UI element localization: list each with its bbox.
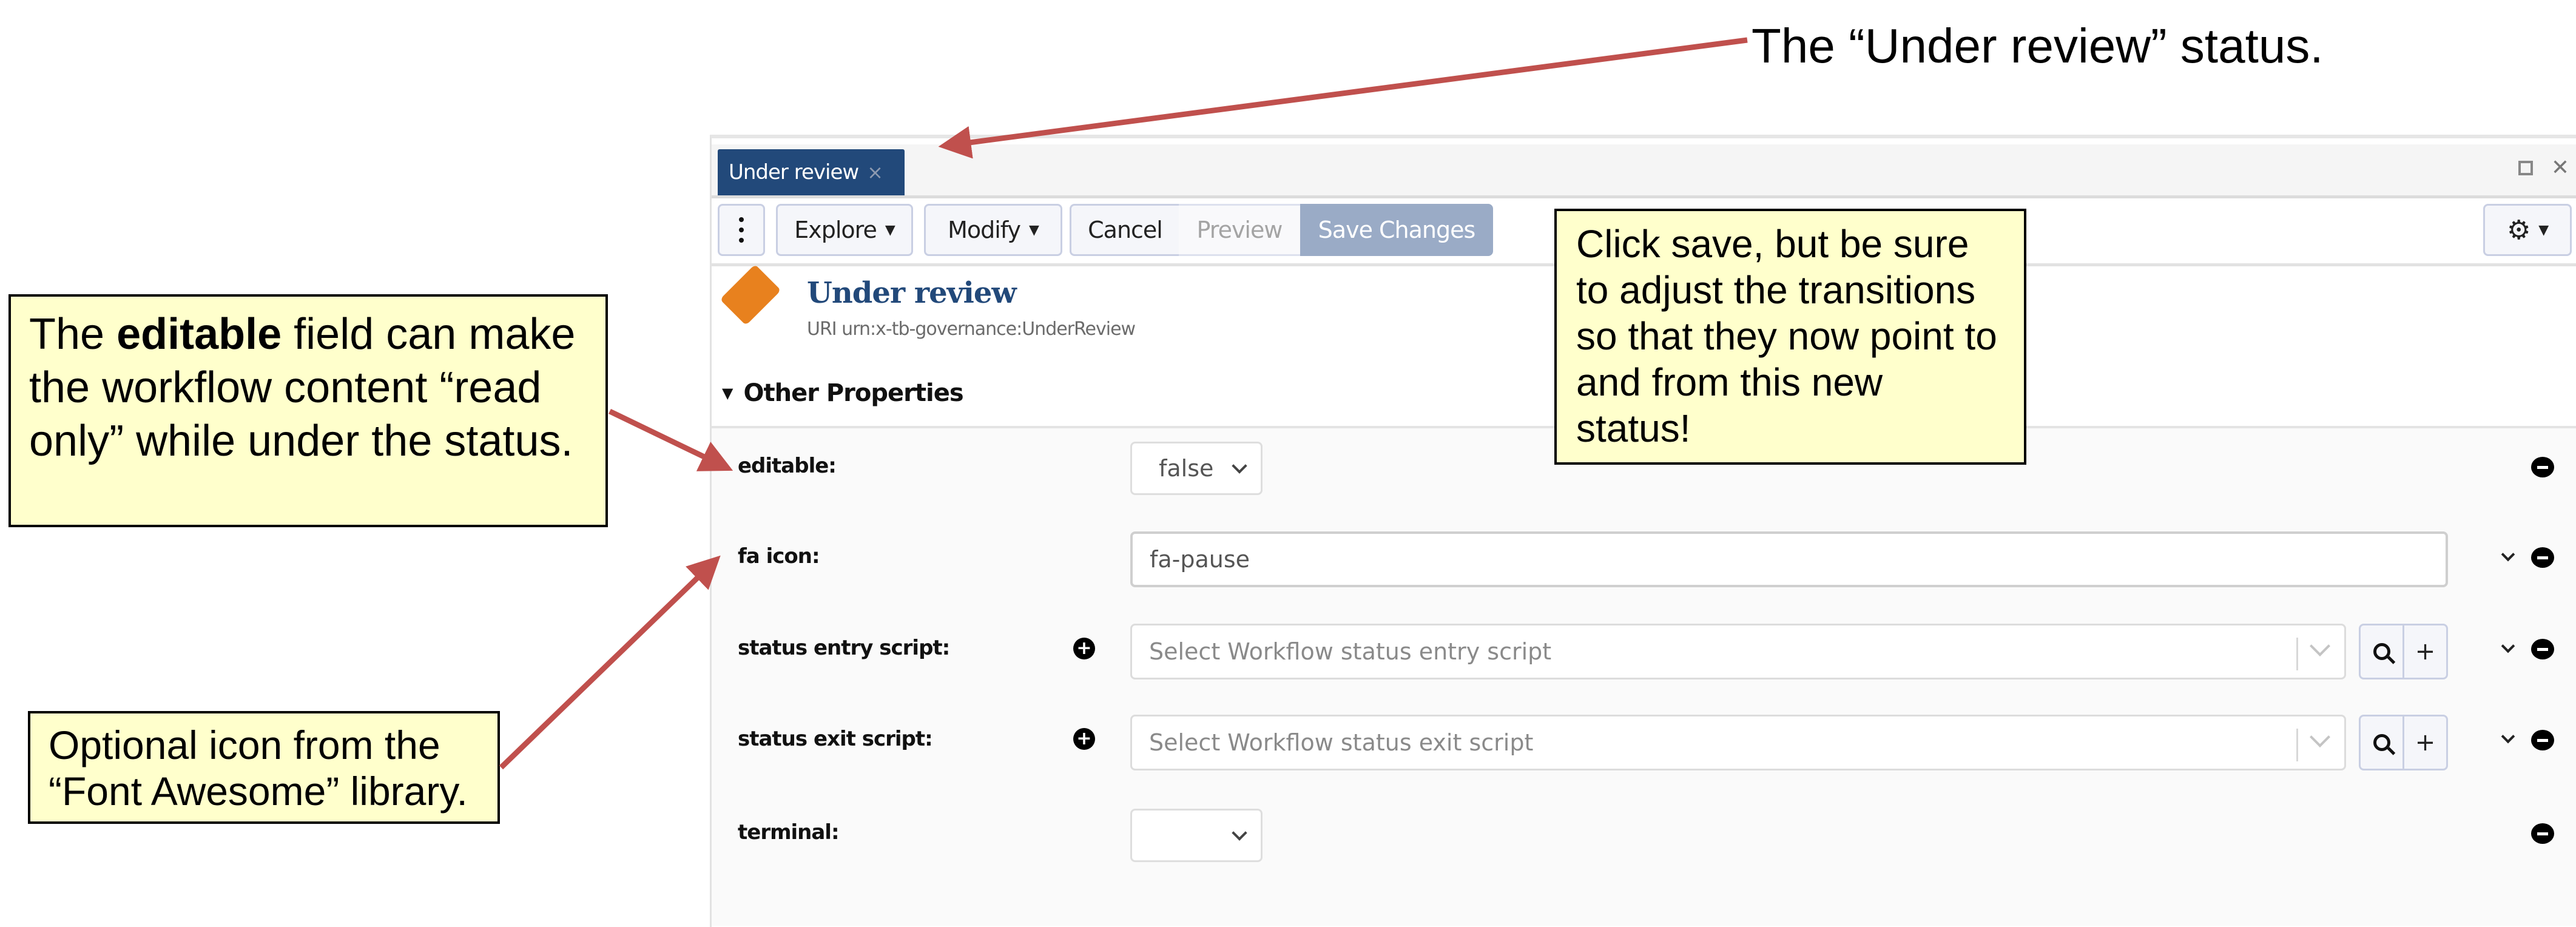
exit-script-actions: + xyxy=(2359,715,2448,770)
remove-entry-script-button[interactable] xyxy=(2531,639,2554,659)
resource-uri: URI urn:x-tb-governance:UnderReview xyxy=(807,319,1136,340)
cancel-button[interactable]: Cancel xyxy=(1070,204,1179,256)
remove-editable-button[interactable] xyxy=(2531,457,2554,477)
editable-value: false xyxy=(1159,455,1214,482)
minus-icon xyxy=(2537,647,2548,651)
chevron-down-icon xyxy=(2501,639,2515,653)
save-changes-button[interactable]: Save Changes xyxy=(1300,204,1493,256)
kebab-menu-icon xyxy=(739,217,744,243)
search-entry-script-button[interactable] xyxy=(2361,625,2402,678)
plus-icon: + xyxy=(1076,728,1092,749)
add-entry-script-button[interactable]: + xyxy=(1073,638,1095,659)
expand-exit-script-chevron[interactable] xyxy=(2501,729,2515,744)
editable-select[interactable]: false xyxy=(1130,442,1263,495)
editable-label: editable: xyxy=(738,454,837,478)
chevron-down-icon xyxy=(1232,825,1247,841)
select-separator xyxy=(2296,729,2298,761)
window-controls: ✕ xyxy=(2518,155,2569,180)
status-exit-script-select[interactable]: Select Workflow status exit script xyxy=(1130,715,2346,770)
remove-fa-icon-button[interactable] xyxy=(2531,547,2554,568)
expand-fa-icon-chevron[interactable] xyxy=(2501,547,2515,562)
search-icon xyxy=(2373,734,2390,751)
callout-editable-bold: editable xyxy=(116,310,282,359)
modify-button[interactable]: Modify ▼ xyxy=(924,204,1062,256)
caret-down-icon: ▼ xyxy=(1029,222,1039,238)
status-exit-script-label: status exit script: xyxy=(738,727,933,751)
remove-exit-script-button[interactable] xyxy=(2531,730,2554,750)
caret-down-icon: ▼ xyxy=(2538,222,2549,238)
plus-icon: + xyxy=(1076,638,1092,659)
arrow-to-editable xyxy=(609,408,733,471)
create-exit-script-button[interactable]: + xyxy=(2402,716,2446,769)
expand-icon[interactable] xyxy=(2518,160,2533,175)
terminal-label: terminal: xyxy=(738,820,840,844)
more-menu-button[interactable] xyxy=(718,204,765,256)
exit-script-placeholder: Select Workflow status exit script xyxy=(1149,729,1534,756)
plus-icon: + xyxy=(2415,638,2436,666)
status-entry-script-label: status entry script: xyxy=(738,636,950,660)
tab-under-review[interactable]: Under review × xyxy=(718,149,905,195)
settings-button[interactable]: ⚙ ▼ xyxy=(2483,204,2572,256)
fa-icon-value: fa-pause xyxy=(1150,546,1250,573)
remove-terminal-button[interactable] xyxy=(2531,823,2554,844)
expand-entry-script-chevron[interactable] xyxy=(2501,639,2515,653)
close-panel-icon[interactable]: ✕ xyxy=(2551,155,2569,180)
chevron-down-icon xyxy=(2501,547,2515,562)
entry-script-placeholder: Select Workflow status entry script xyxy=(1149,638,1552,665)
terminal-select[interactable] xyxy=(1130,809,1263,862)
search-icon xyxy=(2373,643,2390,660)
arrow-to-tab xyxy=(938,37,1748,159)
entry-script-actions: + xyxy=(2359,624,2448,679)
fa-icon-label: fa icon: xyxy=(738,544,820,568)
callout-save: Click save, but be sure to adjust the tr… xyxy=(1554,209,2026,465)
plus-icon: + xyxy=(2415,729,2436,757)
action-button-group: Cancel Preview Save Changes xyxy=(1070,204,1493,256)
other-properties-toggle[interactable]: ▼ Other Properties xyxy=(722,379,964,407)
explore-label: Explore xyxy=(794,217,877,243)
minus-icon xyxy=(2537,738,2548,742)
chevron-down-icon xyxy=(2310,636,2330,656)
tab-close-icon[interactable]: × xyxy=(867,161,883,184)
callout-fa-icon: Optional icon from the “Font Awesome” li… xyxy=(28,711,500,824)
select-separator xyxy=(2296,638,2298,670)
callout-fa-icon-text: Optional icon from the “Font Awesome” li… xyxy=(49,723,468,814)
add-exit-script-button[interactable]: + xyxy=(1073,728,1095,750)
search-exit-script-button[interactable] xyxy=(2361,716,2402,769)
chevron-down-icon xyxy=(2501,729,2515,744)
callout-editable: The editable field can make the workflow… xyxy=(8,294,608,527)
status-entry-script-select[interactable]: Select Workflow status entry script xyxy=(1130,624,2346,679)
tab-label: Under review xyxy=(729,160,859,184)
minus-icon xyxy=(2537,832,2548,835)
gear-icon: ⚙ xyxy=(2506,214,2530,246)
triangle-down-icon: ▼ xyxy=(722,385,733,402)
arrow-to-fa-icon xyxy=(499,555,721,770)
callout-save-text: Click save, but be sure to adjust the tr… xyxy=(1576,222,1997,450)
fa-icon-input[interactable]: fa-pause xyxy=(1130,531,2448,587)
preview-button[interactable]: Preview xyxy=(1179,204,1300,256)
chevron-down-icon xyxy=(2310,727,2330,747)
section-label: Other Properties xyxy=(743,379,963,407)
caret-down-icon: ▼ xyxy=(885,222,895,238)
tab-bar: Under review × ✕ xyxy=(712,144,2576,198)
callout-editable-prefix: The xyxy=(29,310,117,359)
create-entry-script-button[interactable]: + xyxy=(2402,625,2446,678)
annotation-under-review-status: The “Under review” status. xyxy=(1752,19,2324,73)
chevron-down-icon xyxy=(1232,458,1247,474)
minus-icon xyxy=(2537,556,2548,559)
explore-button[interactable]: Explore ▼ xyxy=(776,204,913,256)
page-title: Under review xyxy=(807,276,1017,310)
modify-label: Modify xyxy=(948,217,1021,243)
minus-icon xyxy=(2537,465,2548,469)
